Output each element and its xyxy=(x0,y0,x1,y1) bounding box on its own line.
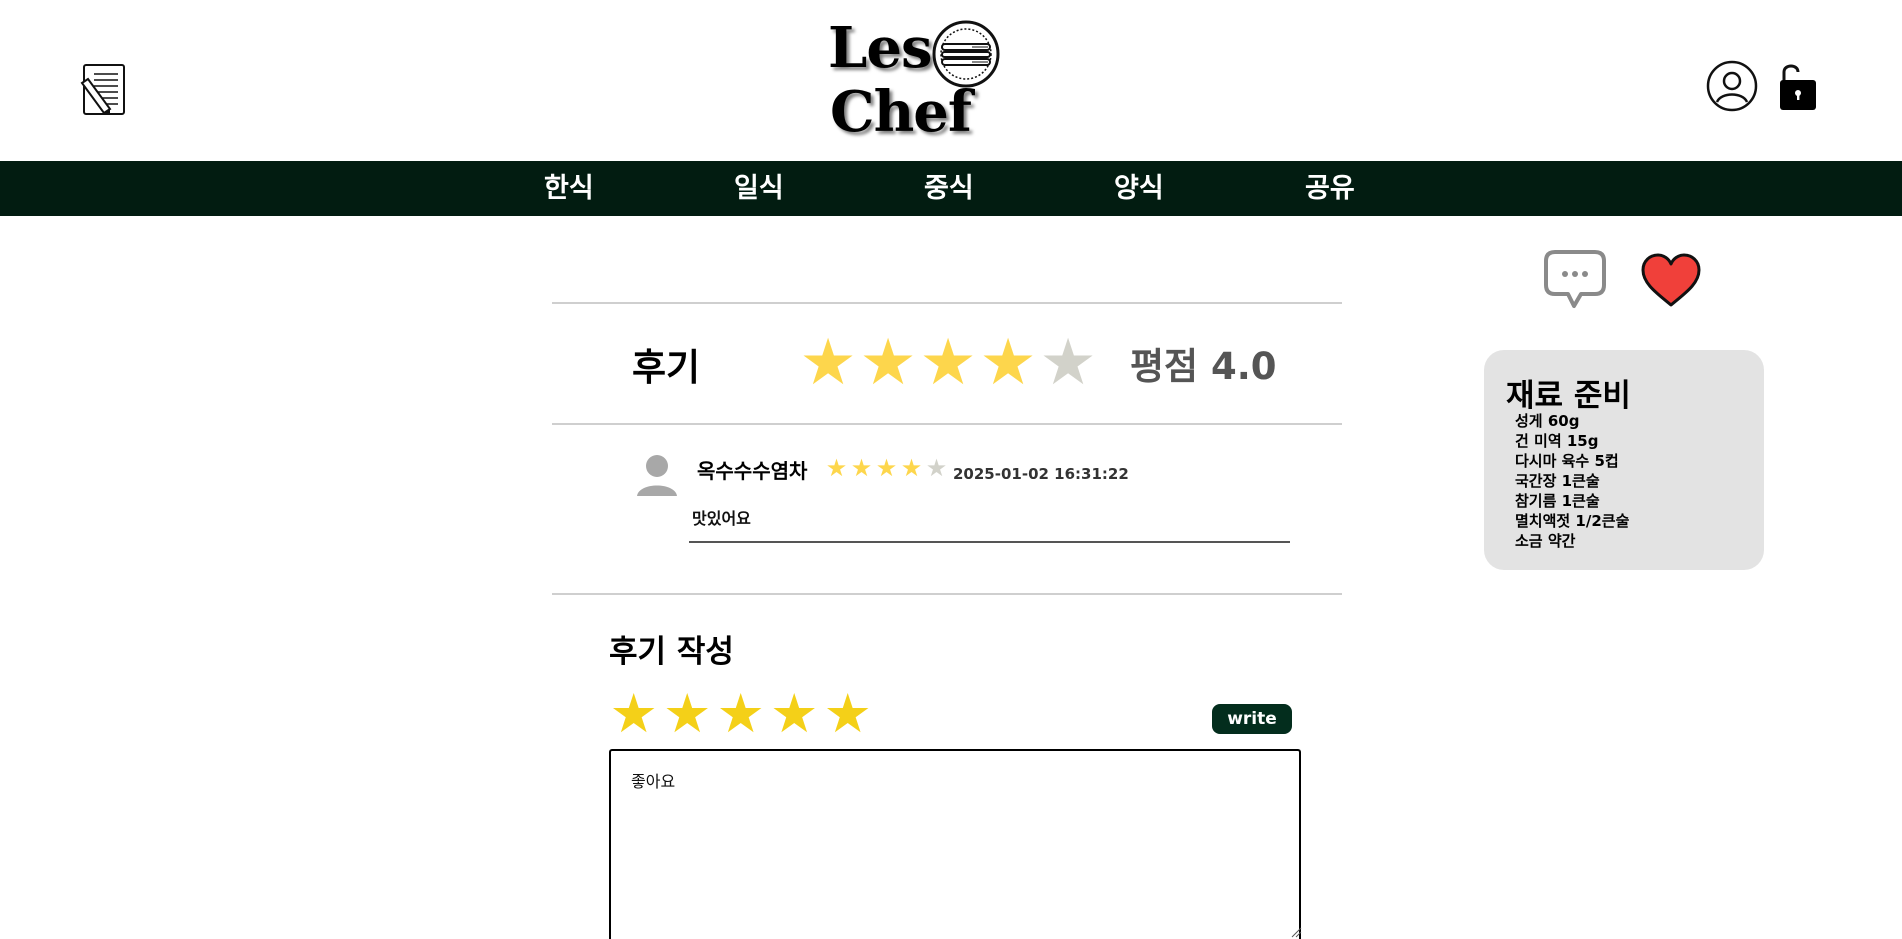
divider xyxy=(552,423,1342,425)
nav-item-korean[interactable]: 한식 xyxy=(544,161,594,216)
review-text: 맛있어요 xyxy=(692,509,751,528)
divider xyxy=(552,593,1342,595)
ingredient-item: 소금 약간 xyxy=(1515,532,1576,550)
input-star-icon-4[interactable]: ★ xyxy=(768,683,822,745)
nav-item-western[interactable]: 양식 xyxy=(1114,161,1164,216)
review-star-icon-5: ★ xyxy=(925,454,948,482)
input-star-icon-2[interactable]: ★ xyxy=(661,683,715,745)
input-star-icon-1[interactable]: ★ xyxy=(607,683,661,745)
ingredients-title: 재료 준비 xyxy=(1506,378,1631,414)
ingredients-card: 재료 준비 성게 60g 건 미역 15g 다시마 육수 5컵 국간장 1큰술 … xyxy=(1484,350,1764,570)
review-star-icon-3: ★ xyxy=(875,454,898,482)
review-textarea[interactable]: 좋아요 xyxy=(609,749,1301,939)
review-star-icon-2: ★ xyxy=(850,454,873,482)
review-author: 옥수수수염차 xyxy=(697,459,808,483)
review-rating-stars: ★ ★ ★ ★ ★ xyxy=(824,455,949,481)
site-header: Les Chef xyxy=(0,0,1902,161)
average-rating-label: 평점 4.0 xyxy=(1130,345,1277,388)
ingredient-item: 멸치액젓 1/2큰술 xyxy=(1515,512,1630,530)
review-star-icon-1: ★ xyxy=(825,454,848,482)
rating-input-stars[interactable]: ★★★★★ xyxy=(607,683,875,745)
divider xyxy=(552,302,1342,304)
input-star-icon-3[interactable]: ★ xyxy=(714,683,768,745)
ingredients-list: 성게 60g 건 미역 15g 다시마 육수 5컵 국간장 1큰술 참기름 1큰… xyxy=(1515,411,1629,551)
nav-item-share[interactable]: 공유 xyxy=(1305,161,1355,216)
user-circle-icon[interactable] xyxy=(1706,60,1758,112)
ingredient-item: 다시마 육수 5컵 xyxy=(1515,452,1619,470)
heart-icon[interactable] xyxy=(1640,252,1702,308)
average-star-icon-3: ★ xyxy=(919,326,977,400)
les-chef-logo[interactable]: Les Chef xyxy=(828,18,1004,146)
logo-line2: Chef xyxy=(830,79,972,145)
ingredient-item: 성게 60g xyxy=(1515,412,1580,430)
review-section-title: 후기 xyxy=(632,346,701,389)
ingredient-item: 건 미역 15g xyxy=(1515,432,1599,450)
ingredient-item: 참기름 1큰술 xyxy=(1515,492,1600,510)
average-star-icon-4: ★ xyxy=(979,326,1037,400)
average-star-icon-1: ★ xyxy=(799,326,857,400)
nav-item-japanese[interactable]: 일식 xyxy=(734,161,784,216)
input-star-icon-5[interactable]: ★ xyxy=(821,683,875,745)
average-star-icon-2: ★ xyxy=(859,326,917,400)
average-star-icon-5: ★ xyxy=(1039,326,1097,400)
avatar-icon xyxy=(637,455,677,496)
write-button[interactable]: write xyxy=(1212,704,1292,734)
nav-item-chinese[interactable]: 중식 xyxy=(924,161,974,216)
category-nav: 한식 일식 중식 양식 공유 xyxy=(0,161,1902,216)
review-underline xyxy=(689,541,1290,543)
review-date: 2025-01-02 16:31:22 xyxy=(953,465,1129,483)
unlocked-lock-icon[interactable] xyxy=(1776,58,1818,112)
plate-cutlery-icon xyxy=(932,20,1000,88)
ingredient-item: 국간장 1큰술 xyxy=(1515,472,1600,490)
speech-bubble-icon[interactable] xyxy=(1543,248,1607,312)
review-star-icon-4: ★ xyxy=(900,454,923,482)
write-review-title: 후기 작성 xyxy=(609,634,734,670)
resize-handle-icon[interactable] xyxy=(1290,926,1302,938)
logo-line1: Les xyxy=(828,15,933,81)
notepad-pencil-icon[interactable] xyxy=(80,63,128,117)
average-rating-stars: ★★★★★ xyxy=(798,330,1098,396)
